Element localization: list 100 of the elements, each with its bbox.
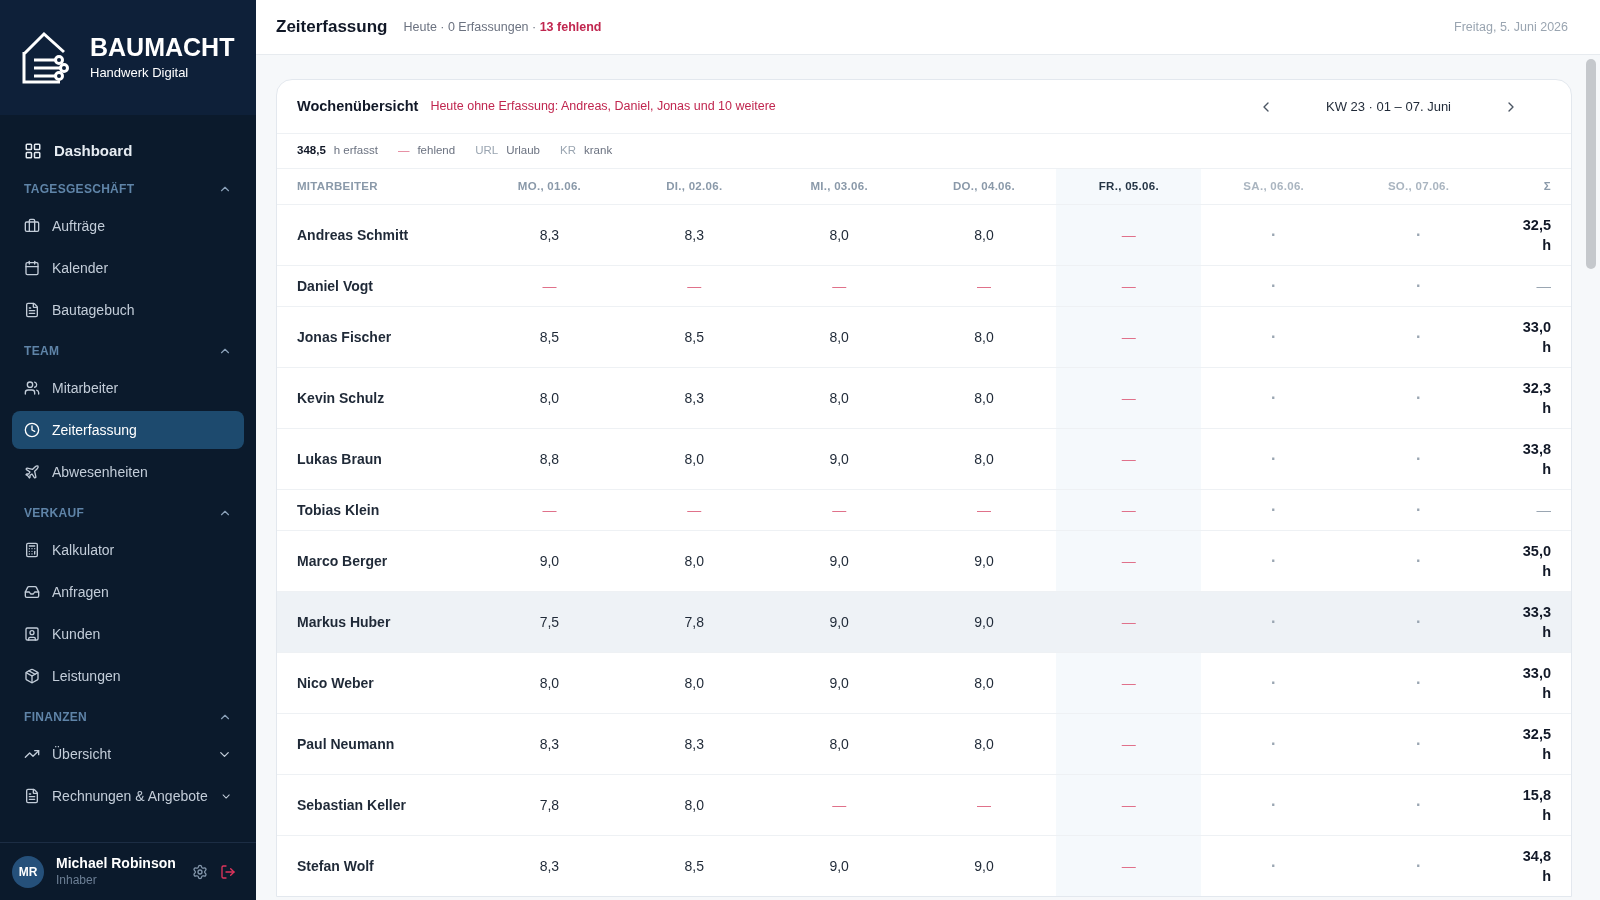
hours-cell-text: 8,3 [684, 734, 704, 754]
legend-label: krank [584, 143, 613, 159]
missing-alert-text: Heute ohne Erfassung: Andreas, Daniel, Jonas und 10 weitere [430, 98, 776, 116]
employee-row[interactable]: Daniel Vogt — — — — — · · — [277, 265, 1571, 306]
week-total: 33,0 h [1521, 664, 1551, 703]
nav-item[interactable]: Übersicht [12, 735, 244, 773]
hours-cell-text: 9,0 [829, 551, 849, 571]
employee-row[interactable]: Jonas Fischer 8,5 8,5 8,0 8,0 — · · 33,0 h [277, 306, 1571, 367]
sick-code: KR [560, 143, 576, 159]
hours-cell-text: — [1121, 551, 1136, 571]
hours-cell-text: · [1415, 500, 1422, 520]
hours-cell-text: 8,0 [684, 795, 704, 815]
nav-item[interactable]: Kunden [12, 615, 244, 653]
employee-row[interactable]: Andreas Schmitt 8,3 8,3 8,0 8,0 — · · 32,5 h [277, 204, 1571, 265]
hours-cell-text: — [1121, 276, 1136, 296]
nav-item[interactable]: Mitarbeiter [12, 369, 244, 407]
column-header: DO., 04.06. [953, 178, 1015, 194]
plane-icon [24, 464, 40, 480]
hours-cell-text: — [977, 500, 991, 520]
hours-cell-text: · [1271, 388, 1277, 408]
hours-cell-text: 8,0 [829, 327, 849, 347]
legend-label: Urlaub [506, 143, 541, 159]
week-total: 32,5 h [1521, 725, 1551, 764]
page-summary: Heute · 0 Erfassungen · 13 fehlend [403, 18, 602, 36]
week-total: 15,8 h [1521, 786, 1551, 825]
hours-cell-text: 8,3 [684, 225, 704, 245]
column-header: FR., 05.06. [1098, 178, 1159, 194]
employee-row[interactable]: Tobias Klein — — — — — · · — [277, 489, 1571, 530]
hours-cell-text: — [542, 276, 557, 296]
employee-name: Stefan Wolf [297, 856, 374, 876]
employee-row[interactable]: Marco Berger 9,0 8,0 9,0 9,0 — · · 35,0 h [277, 530, 1571, 591]
hours-cell-text: — [977, 795, 991, 815]
section-heading: TEAM [24, 343, 60, 360]
nav-item[interactable]: Aufträge [12, 207, 244, 245]
column-header: SO., 07.06. [1387, 178, 1450, 194]
section-heading: VERKAUF [24, 505, 85, 522]
hours-cell-text: · [1271, 673, 1277, 693]
hours-cell-text: · [1415, 327, 1422, 347]
nav-item[interactable]: Anfragen [12, 573, 244, 611]
hours-cell-text: · [1415, 612, 1422, 632]
hours-cell-text: 8,5 [539, 327, 560, 347]
hours-cell-text: — [1121, 795, 1136, 815]
employee-name: Daniel Vogt [297, 276, 373, 296]
employee-row[interactable]: Paul Neumann 8,3 8,3 8,0 8,0 — · · 32,5 h [277, 713, 1571, 774]
hours-cell-text: 8,0 [829, 388, 849, 408]
column-header: MI., 03.06. [810, 178, 868, 194]
hours-cell-text: — [1121, 449, 1136, 469]
hours-cell-text: · [1271, 327, 1277, 347]
user-avatar: MR [12, 855, 44, 888]
document-icon [24, 302, 40, 318]
hours-cell-text: · [1415, 388, 1422, 408]
hours-cell-text: 8,3 [684, 388, 704, 408]
employee-row[interactable]: Nico Weber 8,0 8,0 9,0 8,0 — · · 33,0 h [277, 652, 1571, 713]
hours-cell-text: 8,8 [539, 449, 560, 469]
nav-item[interactable]: Kalkulator [12, 531, 244, 569]
hours-cell-text: · [1415, 225, 1422, 245]
hours-cell-text: 8,0 [829, 225, 849, 245]
hours-cell-text: 7,8 [684, 612, 704, 632]
column-header: MITARBEITER [297, 178, 378, 194]
hours-cell-text: · [1271, 734, 1277, 754]
hours-cell-text: 8,0 [974, 327, 994, 347]
employee-name: Lukas Braun [297, 449, 382, 469]
employee-name: Kevin Schulz [297, 388, 385, 408]
package-icon [24, 668, 40, 684]
scrollbar[interactable] [1586, 59, 1596, 269]
contact-icon [24, 626, 40, 642]
hours-cell-text: 8,0 [684, 551, 704, 571]
week-total: 34,8 h [1521, 847, 1551, 886]
hours-cell-text: 8,0 [829, 734, 849, 754]
section-heading: TAGESGESCHÄFT [24, 181, 135, 198]
nav-item[interactable]: Abwesenheiten [12, 453, 244, 491]
hours-total: 348,5 [297, 143, 326, 159]
employee-name: Sebastian Keller [297, 795, 406, 815]
clock-icon [24, 422, 40, 438]
hours-cell-text: 8,0 [684, 449, 704, 469]
settings-icon[interactable] [192, 863, 208, 880]
week-range: KW 23 · 01 – 07. Juni [1326, 97, 1451, 116]
hours-cell-text: · [1271, 551, 1277, 571]
hours-cell-text: — [1121, 225, 1136, 245]
nav-item[interactable]: Leistungen [12, 657, 244, 695]
hours-cell-text: · [1271, 225, 1277, 245]
legend-label: fehlend [417, 143, 456, 159]
employee-row[interactable]: Kevin Schulz 8,0 8,3 8,0 8,0 — · · 32,3 h [277, 367, 1571, 428]
employee-row[interactable]: Sebastian Keller 7,8 8,0 — — — · · 15,8 h [277, 774, 1571, 835]
logout-icon[interactable] [220, 863, 236, 880]
dashboard-link[interactable]: Dashboard [12, 131, 244, 171]
hours-cell-text: — [1121, 734, 1136, 754]
hours-cell-text: 7,8 [539, 795, 560, 815]
nav-item[interactable]: Rechnungen & Angebote [12, 777, 244, 815]
week-total: — [1536, 501, 1551, 520]
nav-item[interactable]: Kalender [12, 249, 244, 287]
employee-row[interactable]: Stefan Wolf 8,3 8,5 9,0 9,0 — · · 34,8 h [277, 835, 1571, 896]
hours-cell-text: 8,3 [539, 734, 560, 754]
hours-cell-text: — [832, 500, 847, 520]
nav-item[interactable]: Bautagebuch [12, 291, 244, 329]
employee-row[interactable]: Lukas Braun 8,8 8,0 9,0 8,0 — · · 33,8 h [277, 428, 1571, 489]
employee-row[interactable]: Markus Huber 7,5 7,8 9,0 9,0 — · · 33,3 h [277, 591, 1571, 652]
nav-item[interactable]: Zeiterfassung [12, 411, 244, 449]
week-total: — [1536, 277, 1551, 296]
column-header: SA., 06.06. [1243, 178, 1305, 194]
